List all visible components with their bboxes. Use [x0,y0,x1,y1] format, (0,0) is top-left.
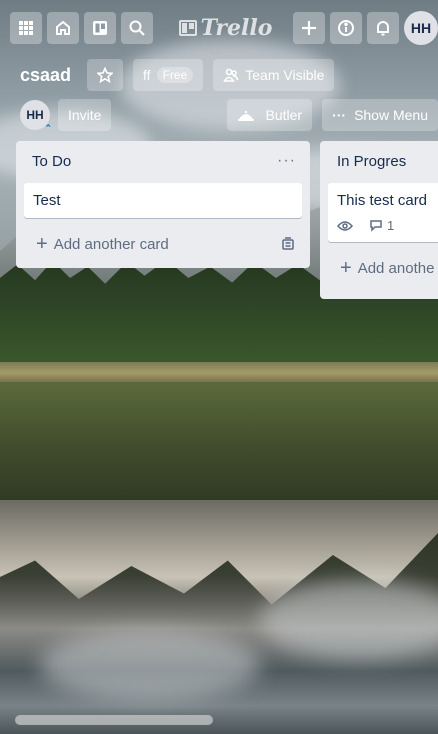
add-card-row: + Add anothe [320,248,438,288]
info-button[interactable] [330,12,362,44]
comments-badge: 1 [369,218,394,233]
card-title: This test card [337,192,428,209]
scrollbar-thumb[interactable] [15,715,213,725]
member-avatar-button[interactable]: HH [404,11,438,45]
show-menu-label: Show Menu [354,107,428,123]
plus-icon [302,21,316,35]
eye-icon [337,220,353,231]
watching-badge [337,220,357,232]
star-board-button[interactable] [87,59,124,91]
more-dots-icon: ··· [332,107,347,123]
apps-grid-icon [19,21,33,35]
bell-icon [377,21,389,36]
list-menu-button[interactable]: ··· [277,152,296,170]
add-card-button[interactable]: + Add another card [36,234,169,254]
board-title[interactable]: csaad [20,65,71,86]
list-header: In Progres [320,141,438,181]
list-in-progress: In Progres This test card 1 + Add anothe [320,141,438,299]
apps-button[interactable] [10,12,42,44]
card-title: Test [33,192,61,209]
board-header-secondary: HH ⌃ Invite Butler ··· Show Menu [20,98,438,133]
comment-count: 1 [387,218,395,233]
card[interactable]: This test card 1 [328,183,438,242]
create-button[interactable] [293,12,325,44]
plan-badge: Free [156,67,194,83]
add-card-label: Add another card [53,235,169,253]
list-header: To Do ··· [16,141,310,181]
star-icon [97,67,114,83]
card[interactable]: Test [24,183,302,218]
add-card-label: Add anothe [357,259,435,277]
show-menu-button[interactable]: ··· Show Menu [322,99,438,131]
add-card-row: + Add another card [16,224,310,264]
background-shore [0,362,438,384]
list-todo: To Do ··· Test + Add another card [16,141,310,268]
admin-badge-icon: ⌃ [44,123,52,133]
trello-logo-icon [178,20,197,36]
plus-icon: + [36,233,48,255]
more-dots-icon: ··· [277,152,296,169]
visibility-label: Team Visible [245,67,325,83]
visibility-button[interactable]: Team Visible [213,59,335,91]
board-horizontal-scrollbar[interactable] [0,712,438,726]
butler-label: Butler [265,107,303,123]
logo-text: Trello [200,15,273,41]
boards-icon [93,21,107,35]
butler-button[interactable]: Butler [227,99,313,131]
board-member-avatar[interactable]: HH ⌃ [20,100,52,133]
notifications-button[interactable] [367,12,399,44]
team-icon [223,68,239,82]
invite-button[interactable]: Invite [58,99,112,131]
top-nav-bar: Trello HH [10,10,438,46]
add-card-button[interactable]: + Add anothe [340,258,434,278]
trello-logo[interactable]: Trello [158,15,293,41]
plus-icon: + [340,257,352,279]
home-icon [56,20,70,35]
search-button[interactable] [121,12,153,44]
butler-icon [238,110,255,121]
board-member-initials: HH [26,108,44,122]
card-badges: 1 [337,218,438,233]
background-reflection-cloud [40,630,260,700]
home-button[interactable] [47,12,79,44]
info-icon [338,20,354,36]
team-name: ff [143,67,151,83]
comment-icon [370,220,382,232]
list-title[interactable]: To Do [32,153,71,170]
boards-button[interactable] [84,12,116,44]
team-button[interactable]: ff Free [133,59,204,91]
board-header: csaad ff Free Team Visible [20,58,344,92]
card-template-icon[interactable] [280,236,296,252]
list-title[interactable]: In Progres [337,153,406,170]
search-icon [129,20,145,36]
